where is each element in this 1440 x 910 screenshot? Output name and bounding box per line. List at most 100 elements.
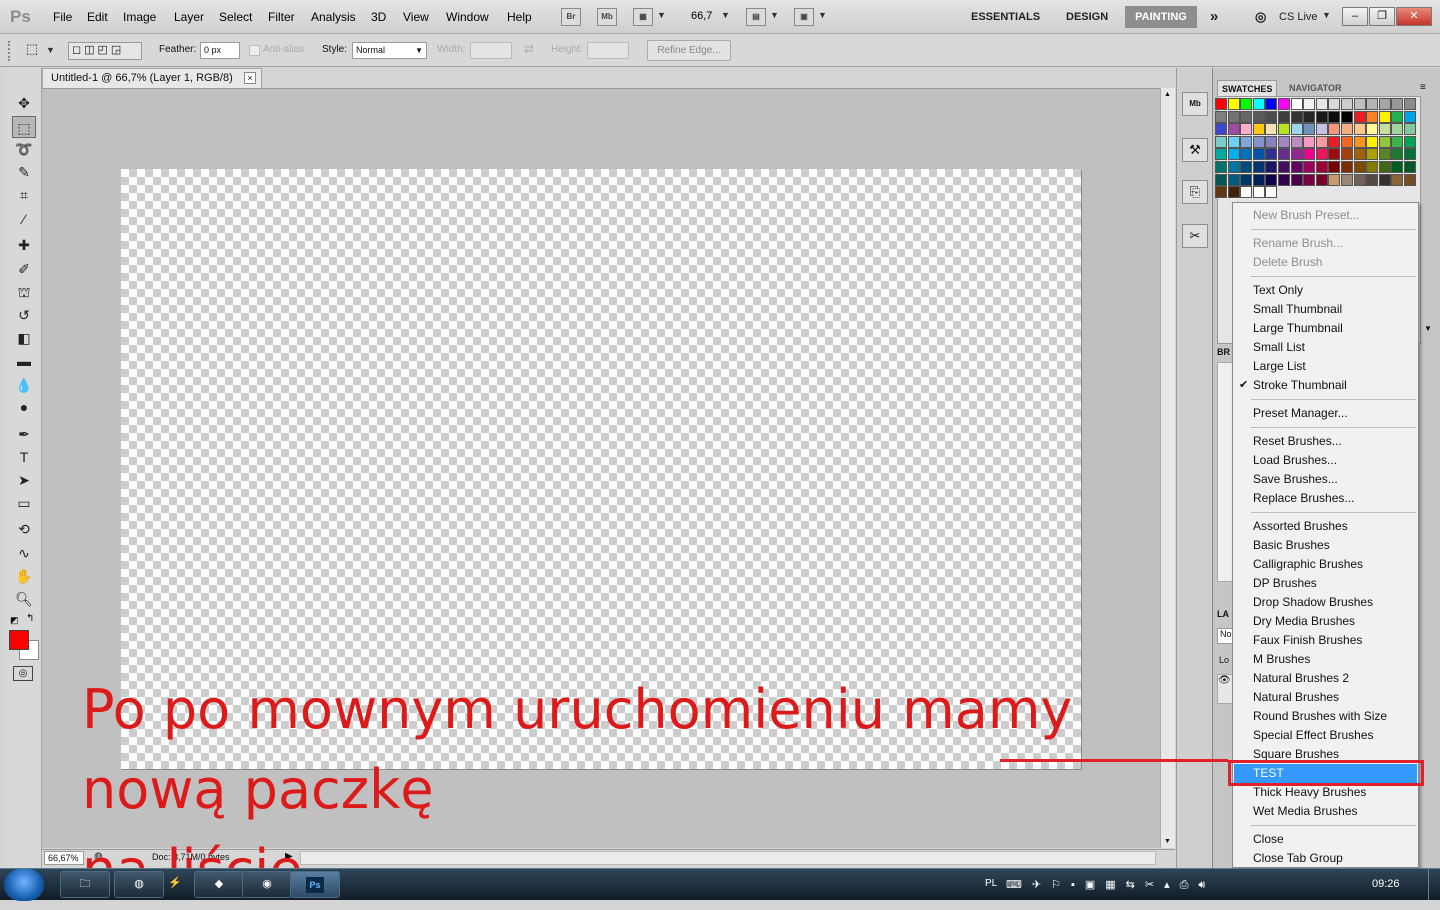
cs-live-icon[interactable]: ◎ [1255,9,1266,25]
color-swatch[interactable] [1303,123,1316,136]
chevron-down-icon[interactable]: ▼ [1322,10,1331,20]
blur-tool-icon[interactable]: 💧 [12,374,36,396]
screen-mode-icon[interactable]: ▣ [794,8,814,26]
menu-3d[interactable]: 3D [371,10,386,24]
color-swatch[interactable] [1227,123,1240,136]
close-document-icon[interactable]: × [244,72,256,84]
brush-menu-item[interactable]: Dry Media Brushes [1234,612,1417,631]
color-swatch[interactable] [1353,161,1366,173]
color-swatch[interactable] [1315,135,1328,148]
color-swatch[interactable] [1252,110,1265,123]
brush-menu-item[interactable]: Calligraphic Brushes [1234,555,1417,574]
history-brush-tool-icon[interactable]: ↺ [12,304,36,326]
color-swatch[interactable] [1391,148,1404,161]
color-swatch[interactable] [1328,161,1341,173]
brush-menu-item[interactable]: Load Brushes... [1234,451,1417,470]
brush-menu-item[interactable]: Drop Shadow Brushes [1234,593,1417,612]
app-taskbar-icon[interactable]: ◆ [194,871,244,898]
color-swatch[interactable] [1404,148,1416,161]
menu-view[interactable]: View [403,10,429,24]
color-swatch[interactable] [1215,186,1227,199]
swap-icon[interactable]: ⇄ [524,42,534,56]
color-swatch[interactable] [1404,110,1416,123]
more-workspaces-icon[interactable]: » [1210,8,1218,25]
color-swatch[interactable] [1290,110,1303,123]
color-swatch[interactable] [1391,173,1404,186]
pen-tool-icon[interactable]: ✒ [12,423,36,445]
mini-bridge-button[interactable]: Mb [597,8,617,26]
color-swatch[interactable] [1240,123,1253,136]
height-input[interactable] [587,42,629,59]
brush-menu-item[interactable]: Natural Brushes 2 [1234,669,1417,688]
color-swatch[interactable] [1341,98,1353,110]
brush-menu-item[interactable]: Natural Brushes [1234,688,1417,707]
3d-orbit-tool-icon[interactable]: ∿ [12,542,36,564]
move-tool-icon[interactable]: ✥ [12,92,36,114]
tab-brush[interactable]: BR [1217,347,1230,357]
color-swatch[interactable] [1366,98,1379,110]
color-swatch[interactable] [1265,148,1278,161]
color-swatch[interactable] [1252,135,1265,148]
color-swatch[interactable] [1278,110,1290,123]
menu-analysis[interactable]: Analysis [311,10,356,24]
brush-menu-item[interactable]: Close Tab Group [1234,849,1417,868]
marquee-preset-icon[interactable]: ⬚ [22,41,42,59]
chevron-down-icon[interactable]: ▼ [46,45,55,55]
explorer-taskbar-icon[interactable]: 🗀 [60,871,110,898]
color-swatch[interactable] [1378,98,1391,110]
brush-menu-item[interactable]: Round Brushes with Size [1234,707,1417,726]
tool-presets-panel-icon[interactable]: ⚒ [1182,138,1208,162]
mini-bridge-panel-icon[interactable]: Mb [1182,92,1208,116]
color-swatch[interactable] [1252,161,1265,173]
brush-menu-item[interactable]: Wet Media Brushes [1234,802,1417,821]
zoom-tool-icon[interactable]: 🔍︎ [12,588,36,610]
color-swatch[interactable] [1252,173,1265,186]
color-swatch[interactable] [1315,161,1328,173]
type-tool-icon[interactable]: T [12,446,36,468]
brush-menu-item[interactable]: M Brushes [1234,650,1417,669]
color-swatch[interactable] [1215,110,1227,123]
color-swatch[interactable] [1265,186,1278,199]
default-colors-icon[interactable]: ◩ [10,615,19,626]
color-swatch[interactable] [1328,173,1341,186]
color-swatch[interactable] [1265,161,1278,173]
color-swatch[interactable] [1315,110,1328,123]
workspace-essentials[interactable]: ESSENTIALS [971,11,1040,23]
brush-menu-item[interactable]: ✔ Stroke Thumbnail [1234,376,1417,395]
arrange-documents-icon[interactable]: ▤ [746,8,766,26]
brush-menu-item[interactable]: DP Brushes [1234,574,1417,593]
color-swatch[interactable] [1227,148,1240,161]
color-swatch[interactable] [1328,148,1341,161]
color-swatch[interactable] [1278,148,1290,161]
healing-brush-tool-icon[interactable]: ✚ [12,234,36,256]
restore-icon[interactable]: ❐ [1369,7,1395,26]
color-swatch[interactable] [1303,98,1316,110]
color-swatch[interactable] [1240,186,1253,199]
color-swatch[interactable] [1265,173,1278,186]
color-swatch[interactable] [1366,148,1379,161]
color-swatch[interactable] [1215,173,1227,186]
winamp-taskbar-icon[interactable]: ⚡ [150,871,200,898]
color-swatch[interactable] [1353,148,1366,161]
color-swatch[interactable] [1404,98,1416,110]
brush-panel-icon[interactable]: ✂ [1182,224,1208,248]
color-swatch[interactable] [1252,186,1265,199]
color-swatch[interactable] [1404,123,1416,136]
tab-layers[interactable]: LA [1217,609,1229,619]
tab-swatches[interactable]: SWATCHES [1217,80,1278,96]
color-swatch[interactable] [1215,98,1227,110]
3d-rotate-tool-icon[interactable]: ⟲ [12,518,36,540]
brush-menu-item[interactable]: Text Only [1234,281,1417,300]
color-swatch[interactable] [1252,98,1265,110]
color-swatch[interactable] [1341,148,1353,161]
chevron-down-icon[interactable]: ▼ [818,10,827,20]
workspace-design[interactable]: DESIGN [1066,11,1108,23]
eyedropper-tool-icon[interactable]: ⁄ [12,208,36,230]
brush-menu-item[interactable]: Reset Brushes... [1234,432,1417,451]
lasso-tool-icon[interactable]: ➰ [12,138,36,160]
color-swatch[interactable] [1303,135,1316,148]
brush-menu-item[interactable]: Large List [1234,357,1417,376]
brush-tool-icon[interactable]: ✐ [12,258,36,280]
menu-layer[interactable]: Layer [174,10,204,24]
zoom-level[interactable]: 66,7 [691,10,712,22]
